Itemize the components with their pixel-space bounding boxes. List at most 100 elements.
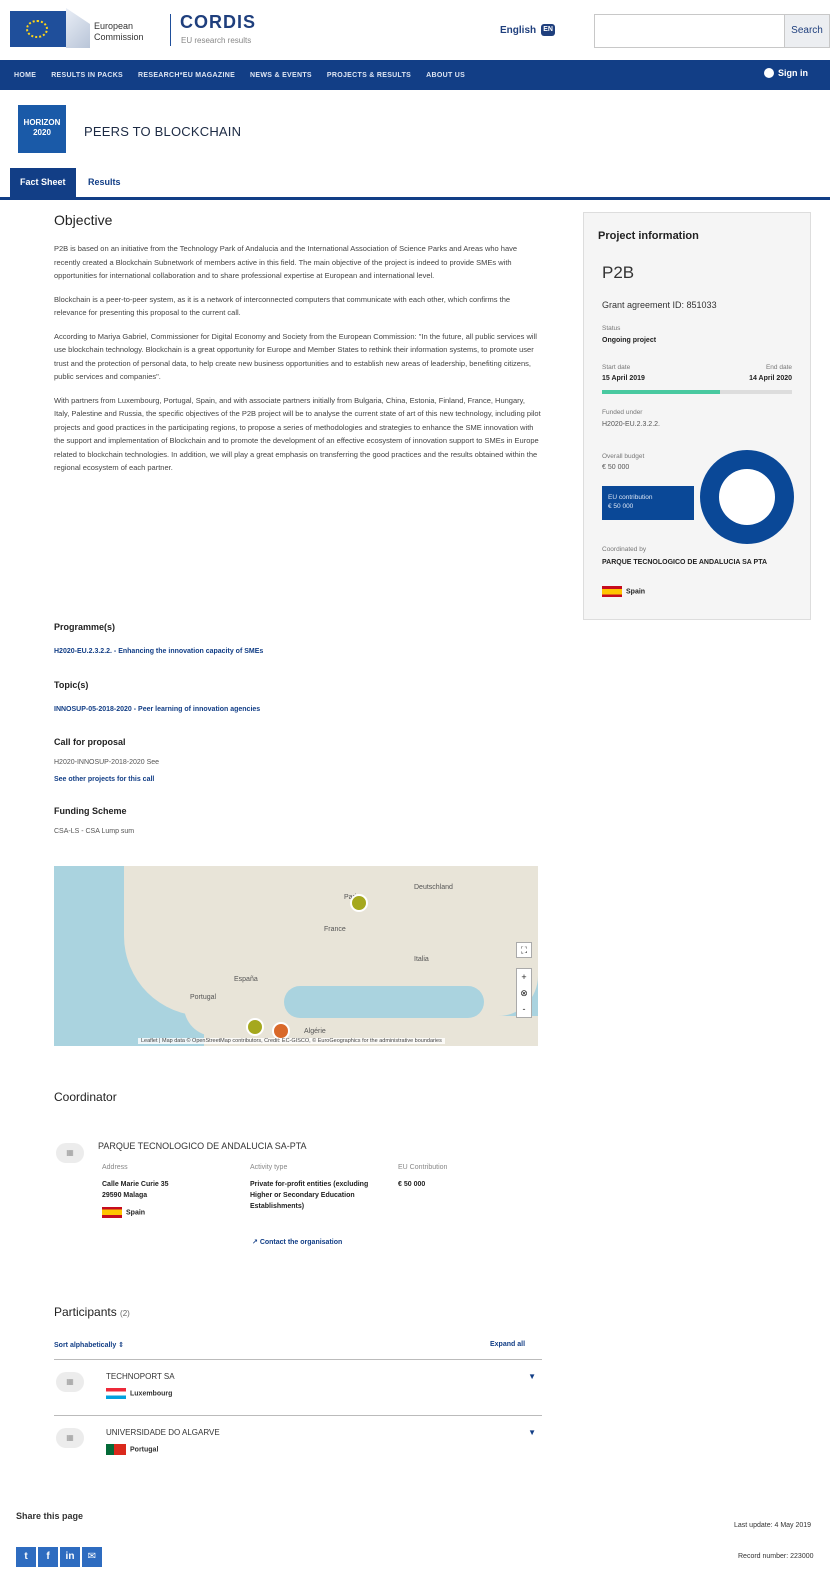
status-badge: Ongoing project — [602, 337, 657, 344]
sort-alphabetically-button[interactable]: Sort alphabetically ⇕ — [54, 1341, 124, 1349]
project-progress-fill — [602, 390, 720, 394]
ec-name-line1: European — [94, 21, 134, 31]
expand-all-button[interactable]: Expand all — [490, 1341, 525, 1348]
email-icon[interactable]: ✉ — [82, 1547, 102, 1567]
share-heading: Share this page — [16, 1511, 84, 1521]
topic-link[interactable]: INNOSUP-05-2018-2020 - Peer learning of … — [54, 706, 542, 713]
tab-bar: Fact Sheet Results — [0, 168, 830, 200]
coordinated-by-label: Coordinated by — [602, 546, 647, 553]
map-marker-portugal[interactable] — [246, 1018, 264, 1036]
participant-row[interactable]: ▦ TECHNOPORT SA Luxembourg ▼ — [54, 1359, 542, 1415]
nav-about-us[interactable]: ABOUT US — [426, 72, 465, 79]
participants-heading: Participants (2) — [54, 1305, 130, 1319]
call-block: Call for proposal H2020-INNOSUP-2018-202… — [54, 737, 542, 783]
address-label: Address — [102, 1164, 128, 1171]
funded-under-label: Funded under — [602, 409, 643, 416]
participant-country: Luxembourg — [106, 1388, 172, 1399]
budget-donut-chart — [700, 450, 794, 544]
coordinator-address: Address Calle Marie Curie 35 29590 Malag… — [102, 1162, 222, 1218]
donut-hole — [719, 469, 775, 525]
coordinator-contribution: EU Contribution € 50 000 — [398, 1162, 498, 1190]
activity-label: Activity type — [250, 1164, 288, 1171]
logo-divider — [170, 14, 171, 46]
participant-row[interactable]: ▦ UNIVERSIDADE DO ALGARVE Portugal ▼ — [54, 1415, 542, 1471]
call-value: H2020-INNOSUP-2018-2020 See — [54, 759, 160, 766]
project-info-heading: Project information — [598, 230, 699, 242]
topic-block: Topic(s) INNOSUP-05-2018-2020 - Peer lea… — [54, 680, 542, 713]
contact-organisation-label: Contact the organisation — [259, 1239, 343, 1246]
linkedin-icon[interactable]: in — [60, 1547, 80, 1567]
last-update: Last update: 4 May 2019 — [734, 1522, 812, 1529]
nav-magazine[interactable]: RESEARCH*EU MAGAZINE — [138, 72, 235, 79]
tab-fact-sheet[interactable]: Fact Sheet — [10, 168, 76, 197]
ec-flag-logo[interactable] — [10, 11, 66, 47]
language-selector[interactable]: English EN — [500, 24, 556, 36]
nav-results-in-packs[interactable]: RESULTS IN PACKS — [51, 72, 123, 79]
objective-paragraph: According to Mariya Gabriel, Commissione… — [54, 331, 537, 382]
portugal-flag-icon — [106, 1444, 126, 1455]
chevron-down-icon[interactable]: ▼ — [528, 1372, 536, 1381]
eu-contribution-box: EU contribution € 50 000 — [602, 486, 694, 520]
map-reset-icon[interactable]: ⊗ — [517, 985, 531, 1001]
programme-heading: Programme(s) — [54, 622, 116, 632]
objective-paragraph: Blockchain is a peer-to-peer system, as … — [54, 294, 511, 318]
objective-section: Objective P2B is based on an initiative … — [54, 212, 542, 485]
nav-home[interactable]: HOME — [14, 72, 36, 79]
tab-results[interactable]: Results — [78, 168, 131, 197]
programme-block: Programme(s) H2020-EU.2.3.2.2. - Enhanci… — [54, 622, 542, 655]
eu-stars-icon — [26, 20, 48, 38]
spain-flag-icon — [102, 1207, 122, 1218]
end-date: 14 April 2020 — [749, 375, 792, 382]
twitter-icon[interactable]: t — [16, 1547, 36, 1567]
nav-projects-results[interactable]: PROJECTS & RESULTS — [327, 72, 411, 79]
site-tagline: EU research results — [181, 36, 252, 45]
site-header: European Commission CORDIS EU research r… — [0, 0, 830, 58]
external-link-icon: ↗ — [252, 1239, 258, 1246]
contact-organisation-link[interactable]: ↗ Contact the organisation — [252, 1238, 342, 1246]
page-title: PEERS TO BLOCKCHAIN — [84, 124, 242, 139]
facebook-icon[interactable]: f — [38, 1547, 58, 1567]
coordinator-name[interactable]: PARQUE TECNOLOGICO DE ANDALUCIA SA-PTA — [98, 1141, 307, 1151]
map-attribution: Leaflet | Map data © OpenStreetMap contr… — [138, 1038, 445, 1044]
participants-map[interactable]: Paris Deutschland France Italia España P… — [54, 866, 538, 1046]
other-projects-link[interactable]: See other projects for this call — [54, 776, 542, 783]
funding-heading: Funding Scheme — [54, 806, 127, 816]
participant-country: Portugal — [106, 1444, 158, 1455]
map-fullscreen-button[interactable]: ⛶ — [516, 942, 532, 958]
badge-line1: HORIZON — [23, 118, 61, 127]
site-logo[interactable]: CORDIS — [180, 12, 256, 33]
ec-logo-swoosh — [66, 8, 90, 48]
programme-link[interactable]: H2020-EU.2.3.2.2. - Enhancing the innova… — [54, 648, 542, 655]
map-zoom-out-button[interactable]: - — [517, 1001, 531, 1017]
language-badge-icon: EN — [541, 24, 556, 36]
start-date-label: Start date — [602, 364, 631, 371]
search-input[interactable] — [594, 14, 790, 48]
spain-flag-icon — [602, 586, 622, 597]
map-zoom-in-button[interactable]: + — [517, 969, 531, 985]
objective-heading: Objective — [54, 212, 113, 228]
coordinated-country: Spain — [602, 586, 645, 597]
map-mediterranean — [284, 986, 484, 1018]
ec-name: European Commission — [94, 21, 144, 43]
eu-contribution-label: EU contribution — [608, 494, 653, 501]
call-heading: Call for proposal — [54, 737, 126, 747]
search-button[interactable]: Search — [784, 14, 830, 48]
building-icon: ▦ — [56, 1143, 84, 1163]
map-label: France — [324, 926, 346, 933]
chevron-down-icon[interactable]: ▼ — [528, 1428, 536, 1437]
sign-in-link[interactable]: Sign in — [764, 68, 808, 78]
coordinator-activity: Activity type Private for-profit entitie… — [250, 1162, 390, 1212]
building-icon: ▦ — [56, 1372, 84, 1392]
nav-news-events[interactable]: NEWS & EVENTS — [250, 72, 312, 79]
participant-name: TECHNOPORT SA — [106, 1372, 175, 1381]
contribution-value: € 50 000 — [398, 1181, 426, 1188]
participant-country-label: Portugal — [130, 1446, 159, 1454]
address-line1: Calle Marie Curie 35 — [102, 1181, 169, 1188]
ec-name-line2: Commission — [94, 32, 144, 42]
luxembourg-flag-icon — [106, 1388, 126, 1399]
coordinated-by-value[interactable]: PARQUE TECNOLOGICO DE ANDALUCIA SA PTA — [602, 558, 798, 567]
record-number: Record number: 223000 — [738, 1553, 814, 1560]
project-acronym: P2B — [602, 263, 635, 282]
participant-name: UNIVERSIDADE DO ALGARVE — [106, 1428, 220, 1437]
map-marker-luxembourg[interactable] — [350, 894, 368, 912]
